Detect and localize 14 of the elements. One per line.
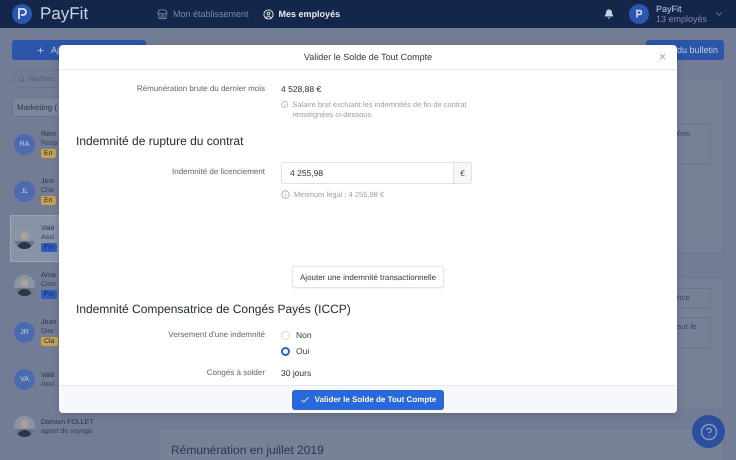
field-label: Indemnité de licenciement <box>172 166 265 178</box>
section-heading: Indemnité Compensatrice de Congés Payés (ICCP) <box>76 302 352 316</box>
field-label: Congés à solder <box>206 368 265 378</box>
section-heading: Indemnité de rupture du contrat <box>76 134 244 148</box>
account-name: PayFit <box>656 4 682 14</box>
logo-text: PayFit <box>40 4 88 24</box>
field-label: Versement d'une indemnité <box>168 330 265 341</box>
field-value: 4 528,88 € <box>281 84 322 94</box>
modal-title: Valider le Solde de Tout Compte <box>304 52 432 62</box>
field-label: Rémunération brute du dernier mois <box>136 84 265 95</box>
account-subtitle: 13 employés <box>656 14 707 24</box>
field-value: 30 jours <box>281 368 312 378</box>
unit-label: € <box>454 162 472 184</box>
section-title: Rémunération en juillet 2019 <box>171 443 324 457</box>
